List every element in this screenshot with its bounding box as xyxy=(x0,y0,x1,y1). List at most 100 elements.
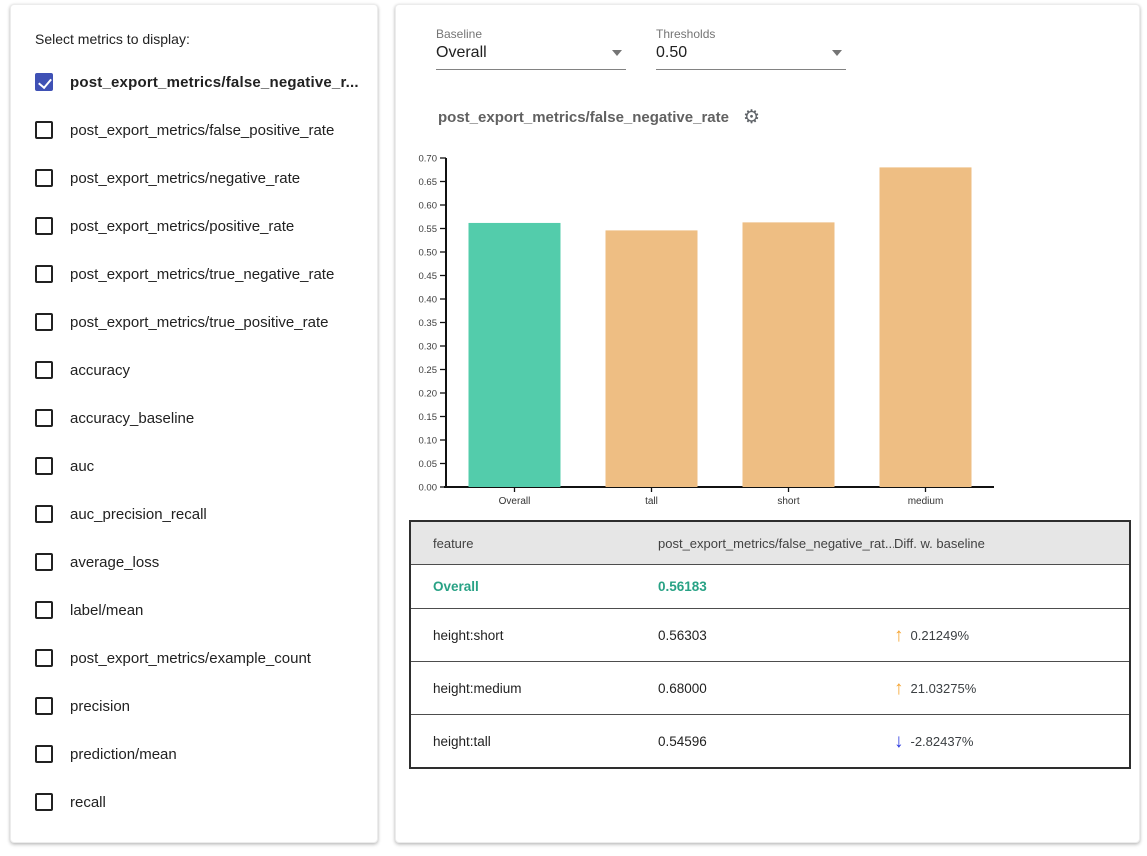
metric-row-precision[interactable]: precision xyxy=(35,682,361,730)
metric-label: accuracy_baseline xyxy=(70,410,194,427)
feature-cell: Overall xyxy=(433,579,658,594)
x-axis-label: short xyxy=(777,496,799,507)
checkbox-unchecked-icon[interactable] xyxy=(35,169,53,187)
metric-label: post_export_metrics/negative_rate xyxy=(70,170,300,187)
metric-row-accuracy-baseline[interactable]: accuracy_baseline xyxy=(35,394,361,442)
metric-label: label/mean xyxy=(70,602,143,619)
metric-row-post-export-metrics-false-positive-rate[interactable]: post_export_metrics/false_positive_rate xyxy=(35,106,361,154)
metric-value-cell: 0.56183 xyxy=(658,579,894,594)
diff-cell: ↑21.03275% xyxy=(894,679,1129,698)
table-body: Overall0.56183height:short0.56303↑0.2124… xyxy=(411,564,1129,767)
table-row-height-medium: height:medium0.68000↑21.03275% xyxy=(411,661,1129,714)
chart-title-row: post_export_metrics/false_negative_rate … xyxy=(438,108,760,127)
baseline-select[interactable]: Baseline Overall xyxy=(436,27,626,70)
svg-text:0.20: 0.20 xyxy=(419,389,438,400)
bar-short[interactable] xyxy=(743,222,835,487)
metric-row-prediction-mean[interactable]: prediction/mean xyxy=(35,730,361,778)
svg-text:0.40: 0.40 xyxy=(419,295,438,306)
svg-text:0.35: 0.35 xyxy=(419,318,438,329)
svg-text:0.65: 0.65 xyxy=(419,177,438,188)
bar-tall[interactable] xyxy=(606,230,698,487)
checkbox-unchecked-icon[interactable] xyxy=(35,457,53,475)
checkbox-unchecked-icon[interactable] xyxy=(35,121,53,139)
x-axis-label: tall xyxy=(645,496,658,507)
chart-title: post_export_metrics/false_negative_rate xyxy=(438,109,729,126)
checkbox-unchecked-icon[interactable] xyxy=(35,217,53,235)
metric-label: precision xyxy=(70,698,130,715)
metric-label: post_export_metrics/false_negative_r... xyxy=(70,74,359,91)
baseline-select-label: Baseline xyxy=(436,27,626,41)
checkbox-unchecked-icon[interactable] xyxy=(35,265,53,283)
checkbox-unchecked-icon[interactable] xyxy=(35,313,53,331)
thresholds-select-label: Thresholds xyxy=(656,27,846,41)
checkbox-unchecked-icon[interactable] xyxy=(35,745,53,763)
metric-row-recall[interactable]: recall xyxy=(35,778,361,826)
chevron-down-icon xyxy=(832,50,842,56)
metrics-table: feature post_export_metrics/false_negati… xyxy=(409,520,1131,769)
thresholds-select-value-row[interactable]: 0.50 xyxy=(656,44,846,70)
checkbox-checked-icon[interactable] xyxy=(35,73,53,91)
diff-value: -2.82437% xyxy=(911,734,974,749)
metric-row-post-export-metrics-negative-rate[interactable]: post_export_metrics/negative_rate xyxy=(35,154,361,202)
arrow-up-icon: ↑ xyxy=(894,626,904,645)
metric-value-cell: 0.56303 xyxy=(658,628,894,643)
svg-text:0.15: 0.15 xyxy=(419,412,438,423)
metric-label: post_export_metrics/positive_rate xyxy=(70,218,294,235)
feature-cell: height:medium xyxy=(433,681,658,696)
arrow-up-icon: ↑ xyxy=(894,679,904,698)
metric-row-post-export-metrics-false-negative-r[interactable]: post_export_metrics/false_negative_r... xyxy=(35,58,361,106)
svg-text:0.10: 0.10 xyxy=(419,436,438,447)
checkbox-unchecked-icon[interactable] xyxy=(35,601,53,619)
diff-cell: ↓ -2.82437% xyxy=(894,732,1129,751)
gear-icon[interactable]: ⚙ xyxy=(743,108,760,127)
bar-medium[interactable] xyxy=(880,167,972,487)
metric-row-average-loss[interactable]: average_loss xyxy=(35,538,361,586)
metric-row-post-export-metrics-positive-rate[interactable]: post_export_metrics/positive_rate xyxy=(35,202,361,250)
bar-overall[interactable] xyxy=(469,223,561,487)
svg-text:0.05: 0.05 xyxy=(419,459,438,470)
metrics-sidebar: Select metrics to display: post_export_m… xyxy=(10,4,378,843)
x-axis-label: Overall xyxy=(499,496,531,507)
svg-text:0.00: 0.00 xyxy=(419,483,438,494)
baseline-select-value-row[interactable]: Overall xyxy=(436,44,626,70)
metric-row-accuracy[interactable]: accuracy xyxy=(35,346,361,394)
metric-value-cell: 0.54596 xyxy=(658,734,894,749)
svg-text:0.25: 0.25 xyxy=(419,365,438,376)
metric-row-label-mean[interactable]: label/mean xyxy=(35,586,361,634)
metric-row-auc[interactable]: auc xyxy=(35,442,361,490)
metric-label: auc xyxy=(70,458,94,475)
svg-text:0.30: 0.30 xyxy=(419,342,438,353)
checkbox-unchecked-icon[interactable] xyxy=(35,553,53,571)
checkbox-unchecked-icon[interactable] xyxy=(35,409,53,427)
page: Select metrics to display: post_export_m… xyxy=(0,0,1147,856)
metrics-panel: Baseline Overall Thresholds 0.50 post_ex… xyxy=(395,4,1140,843)
x-axis-label: medium xyxy=(908,496,944,507)
feature-cell: height:tall xyxy=(433,734,658,749)
metric-row-auc-precision-recall[interactable]: auc_precision_recall xyxy=(35,490,361,538)
metric-row-post-export-metrics-true-positive-rate[interactable]: post_export_metrics/true_positive_rate xyxy=(35,298,361,346)
checkbox-unchecked-icon[interactable] xyxy=(35,793,53,811)
metric-label: post_export_metrics/false_positive_rate xyxy=(70,122,334,139)
metric-row-post-export-metrics-true-negative-rate[interactable]: post_export_metrics/true_negative_rate xyxy=(35,250,361,298)
baseline-select-value: Overall xyxy=(436,44,487,62)
checkbox-unchecked-icon[interactable] xyxy=(35,505,53,523)
metric-label: post_export_metrics/true_positive_rate xyxy=(70,314,328,331)
table-header-row: feature post_export_metrics/false_negati… xyxy=(411,522,1129,564)
chevron-down-icon xyxy=(612,50,622,56)
thresholds-select-value: 0.50 xyxy=(656,44,687,62)
table-row-height-short: height:short0.56303↑0.21249% xyxy=(411,608,1129,661)
metric-label: post_export_metrics/example_count xyxy=(70,650,311,667)
metric-label: auc_precision_recall xyxy=(70,506,207,523)
svg-text:0.50: 0.50 xyxy=(419,248,438,259)
metric-label: prediction/mean xyxy=(70,746,177,763)
table-row-overall: Overall0.56183 xyxy=(411,564,1129,608)
metric-row-post-export-metrics-example-count[interactable]: post_export_metrics/example_count xyxy=(35,634,361,682)
bar-chart: 0.000.050.100.150.200.250.300.350.400.45… xyxy=(416,151,1036,519)
checkbox-unchecked-icon[interactable] xyxy=(35,697,53,715)
arrow-down-icon: ↓ xyxy=(894,732,904,751)
table-header-diff: Diff. w. baseline xyxy=(894,536,1129,551)
sidebar-title: Select metrics to display: xyxy=(35,31,361,49)
thresholds-select[interactable]: Thresholds 0.50 xyxy=(656,27,846,70)
checkbox-unchecked-icon[interactable] xyxy=(35,649,53,667)
checkbox-unchecked-icon[interactable] xyxy=(35,361,53,379)
